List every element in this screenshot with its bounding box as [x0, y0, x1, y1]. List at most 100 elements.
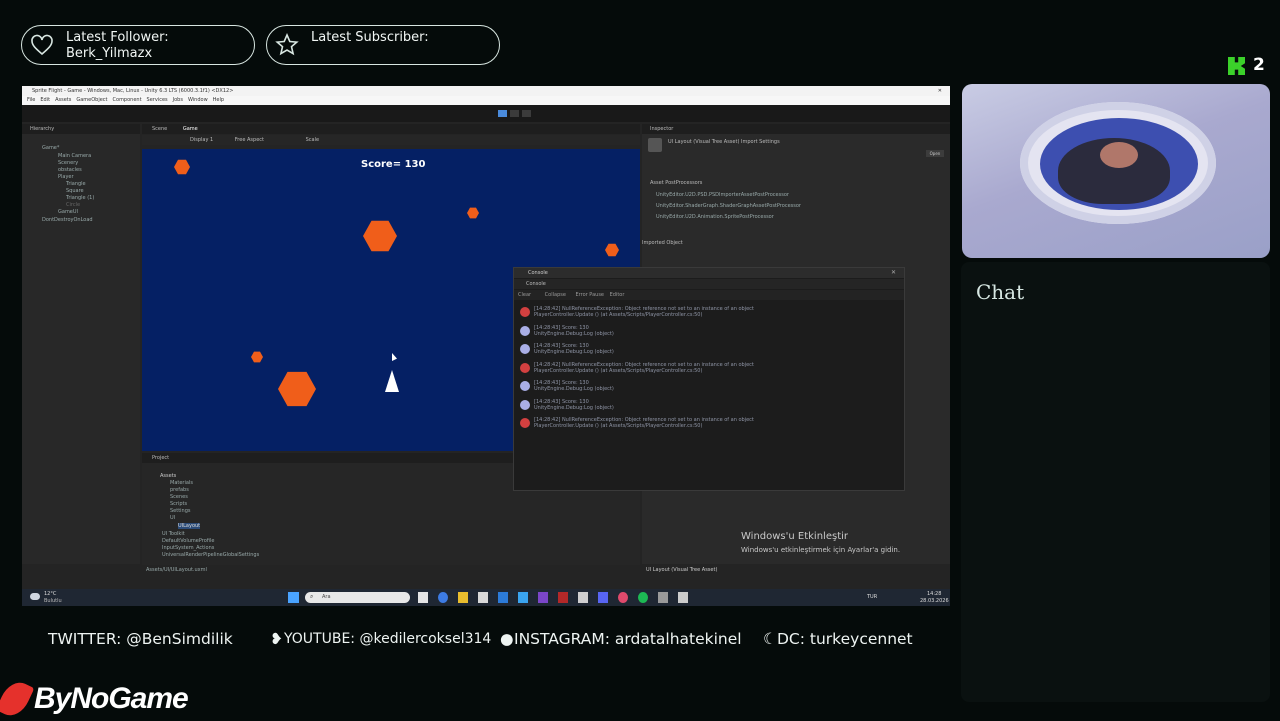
menu-window[interactable]: Window: [188, 97, 208, 103]
tab-scene[interactable]: Scene: [152, 126, 167, 132]
info-icon: [520, 344, 530, 354]
menu-help[interactable]: Help: [213, 97, 224, 103]
hierarchy-item[interactable]: Circle: [66, 202, 80, 208]
project-item-selected[interactable]: UILayout: [178, 523, 201, 529]
app-icon[interactable]: [478, 592, 488, 603]
kick-logo-icon: [1228, 57, 1245, 75]
app-icon[interactable]: [538, 592, 548, 603]
menu-file[interactable]: File: [27, 97, 35, 103]
play-button[interactable]: [498, 110, 507, 117]
error-pause-button[interactable]: Error Pause: [576, 292, 604, 298]
hierarchy-item[interactable]: GameUI: [58, 209, 78, 215]
console-log-row[interactable]: [14:28:43] Score: 130 UnityEngine.Debug:L…: [518, 341, 898, 358]
hierarchy-item[interactable]: obstacles: [58, 167, 82, 173]
instagram-handle: INSTAGRAM: ardatalhatekinel: [514, 630, 742, 648]
latest-follower-label: Latest Follower:: [66, 30, 169, 45]
project-item[interactable]: Materials: [170, 480, 193, 486]
console-log-row[interactable]: [14:28:42] NullReferenceException: Objec…: [518, 304, 898, 321]
console-close-icon[interactable]: ✕: [891, 269, 896, 276]
hierarchy-item[interactable]: Player: [58, 174, 74, 180]
hierarchy-item[interactable]: Triangle: [66, 181, 86, 187]
tab-game[interactable]: Game: [183, 126, 198, 132]
brand-name: ByNoGame: [34, 682, 189, 715]
unity-title-bar: Sprite Flight - Game - Windows, Mac, Lin…: [22, 86, 950, 96]
console-log-row[interactable]: [14:28:43] Score: 130 UnityEngine.Debug:L…: [518, 378, 898, 395]
app-icon[interactable]: [658, 592, 668, 603]
taskbar-search[interactable]: ⌕ Ara: [305, 592, 410, 603]
clock-date: 28.03.2026: [920, 598, 949, 604]
console-log-text: [14:28:42] NullReferenceException: Objec…: [534, 417, 754, 429]
project-item[interactable]: Scenes: [170, 494, 188, 500]
project-item[interactable]: prefabs: [170, 487, 189, 493]
language-indicator[interactable]: TUR: [867, 594, 877, 600]
unity-menu-bar: File Edit Assets GameObject Component Service…: [22, 96, 950, 105]
hierarchy-item[interactable]: Triangle (1): [66, 195, 94, 201]
collapse-button[interactable]: Collapse: [545, 292, 566, 298]
menu-services[interactable]: Services: [147, 97, 168, 103]
hierarchy-item[interactable]: Square: [66, 188, 84, 194]
game-toolbar: Display 1 Free Aspect Scale: [142, 135, 640, 145]
scale-slider[interactable]: Scale: [306, 137, 319, 143]
app-icon[interactable]: [598, 592, 608, 603]
twitter-handle: TWITTER: @BenSimdilik: [48, 630, 233, 648]
project-root[interactable]: Assets: [160, 473, 176, 479]
info-icon: [520, 325, 530, 336]
console-title: Console: [528, 270, 548, 276]
mouse-cursor-icon: [392, 353, 397, 361]
hierarchy-item[interactable]: Main Camera: [58, 153, 91, 159]
menu-gameobject[interactable]: GameObject: [76, 97, 107, 103]
console-log-row[interactable]: [14:28:42] NullReferenceException: Objec…: [518, 360, 898, 377]
inspector-tab[interactable]: Inspector: [642, 124, 950, 134]
pause-button[interactable]: [510, 110, 519, 117]
viewer-count: 2: [1253, 55, 1265, 75]
app-icon[interactable]: [518, 592, 528, 603]
asteroid: [278, 371, 316, 407]
bynogame-logo: ByNoGame: [0, 677, 200, 721]
asteroid: [363, 220, 397, 252]
project-item[interactable]: UniversalRenderPipelineGlobalSettings: [162, 552, 259, 558]
close-window-icon[interactable]: ✕: [938, 86, 942, 96]
display-select[interactable]: Display 1: [190, 137, 213, 143]
app-icon[interactable]: [498, 592, 508, 603]
app-icon[interactable]: [578, 592, 588, 603]
aspect-select[interactable]: Free Aspect: [235, 137, 264, 143]
project-item[interactable]: UI Toolkit: [162, 531, 185, 537]
console-log-row[interactable]: [14:28:42] NullReferenceException: Objec…: [518, 415, 898, 432]
menu-component[interactable]: Component: [113, 97, 142, 103]
app-icon[interactable]: [438, 592, 448, 603]
webcam-feed: [962, 84, 1270, 258]
menu-assets[interactable]: Assets: [55, 97, 71, 103]
app-icon[interactable]: [618, 592, 628, 603]
hierarchy-item[interactable]: DontDestroyOnLoad: [42, 217, 93, 223]
console-toolbar: Clear Collapse Error Pause Editor: [514, 290, 904, 300]
clear-button[interactable]: Clear: [518, 292, 531, 298]
project-item[interactable]: InputSystem_Actions: [162, 545, 214, 551]
app-icon[interactable]: [678, 592, 688, 603]
console-tab[interactable]: Console: [514, 279, 904, 289]
project-item[interactable]: Settings: [170, 508, 191, 514]
menu-edit[interactable]: Edit: [40, 97, 50, 103]
cloud-icon: [30, 593, 40, 600]
windows-taskbar: 12°C Bulutlu ⌕ Ara TUR 14:28 28.03.2026: [22, 589, 950, 606]
menu-jobs[interactable]: Jobs: [173, 97, 183, 103]
console-log-row[interactable]: [14:28:43] Score: 130 UnityEngine.Debug:L…: [518, 323, 898, 340]
app-icon[interactable]: [558, 592, 568, 603]
app-icon[interactable]: [458, 592, 468, 603]
hierarchy-item[interactable]: Game*: [42, 145, 59, 151]
project-item[interactable]: Scripts: [170, 501, 187, 507]
app-icon[interactable]: [418, 592, 428, 603]
console-log-row[interactable]: [14:28:43] Score: 130 UnityEngine.Debug:L…: [518, 397, 898, 414]
asteroid: [605, 243, 619, 257]
discord-handle: DC: turkeycennet: [777, 630, 913, 648]
hierarchy-tab[interactable]: Hierarchy: [22, 124, 140, 134]
open-button[interactable]: Open: [926, 150, 944, 157]
editor-select[interactable]: Editor: [610, 292, 625, 298]
console-log-text: [14:28:43] Score: 130 UnityEngine.Debug:L…: [534, 343, 614, 355]
console-log-text: [14:28:42] NullReferenceException: Objec…: [534, 306, 754, 318]
start-button[interactable]: [288, 592, 299, 603]
project-item[interactable]: DefaultVolumeProfile: [162, 538, 214, 544]
app-icon[interactable]: [638, 592, 648, 603]
project-item[interactable]: UI: [170, 515, 175, 521]
hierarchy-item[interactable]: Scenery: [58, 160, 78, 166]
step-button[interactable]: [522, 110, 531, 117]
